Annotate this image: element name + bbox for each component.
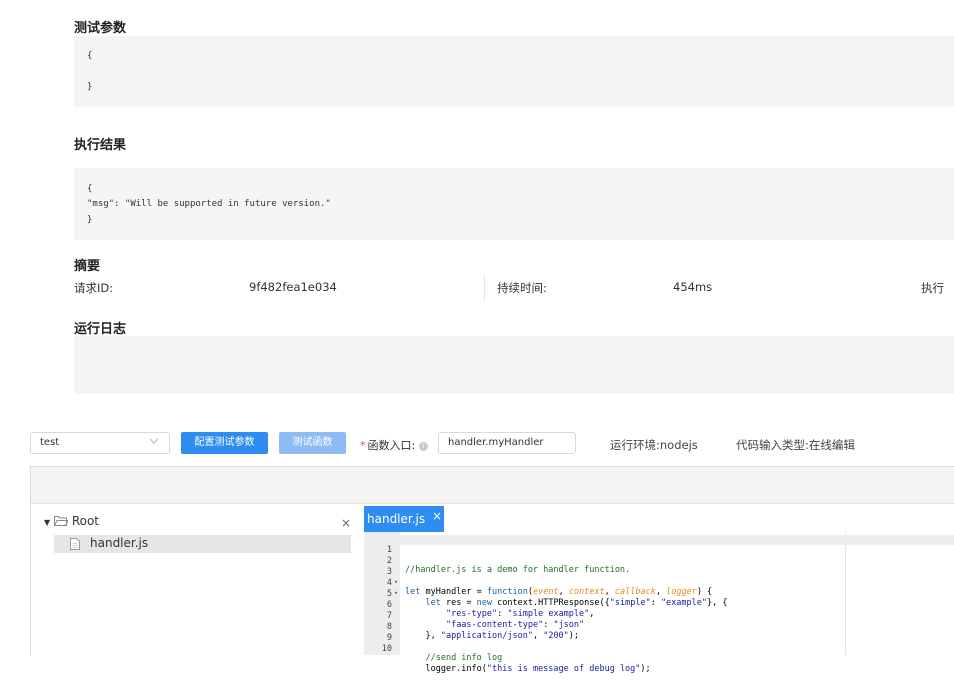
editor-tab-label: handler.js xyxy=(367,512,426,526)
code-line: 7 }, "application/json", "200"); xyxy=(364,601,954,641)
code-line: 1 //handler.js is a demo for handler fun… xyxy=(364,535,954,575)
info-icon[interactable]: i xyxy=(418,441,428,451)
tree-file-handler[interactable]: handler.js xyxy=(54,535,351,553)
editor-tab-handler[interactable]: handler.js × xyxy=(364,506,444,532)
test-function-button[interactable]: 测试函数 xyxy=(279,432,346,454)
exec-result-line: } xyxy=(87,215,93,225)
code-line: 4 ▾ let res = new context.HTTPResponse({… xyxy=(364,568,954,608)
test-params-line: } xyxy=(87,82,93,92)
code-editor[interactable]: 1 //handler.js is a demo for handler fun… xyxy=(364,532,954,674)
file-icon xyxy=(70,538,80,550)
test-case-select[interactable]: test xyxy=(30,432,170,454)
chevron-down-icon xyxy=(149,438,159,444)
duration-value: 454ms xyxy=(673,280,713,294)
tree-root[interactable]: ▼ Root xyxy=(44,514,99,528)
test-params-title: 测试参数 xyxy=(74,21,127,36)
test-params-line: { xyxy=(87,51,93,61)
runtime-text: 运行环境:nodejs xyxy=(610,438,698,452)
run-log-title: 运行日志 xyxy=(74,322,127,337)
entry-label-text: 函数入口: xyxy=(367,439,416,452)
request-id-label: 请求ID: xyxy=(74,281,114,295)
duration-label: 持续时间: xyxy=(497,281,547,295)
code-line: 2 xyxy=(364,546,954,566)
request-id-value: 9f482fea1e034 xyxy=(249,280,337,294)
exec-result-line: { xyxy=(87,184,93,194)
code-line: 9 //send info log xyxy=(364,623,954,663)
exec-result-line: "msg": "Will be supported in future vers… xyxy=(87,199,331,209)
caret-down-icon[interactable]: ▼ xyxy=(44,518,50,527)
folder-open-icon xyxy=(53,516,69,526)
code-line: 10 logger.info("this is message of debug… xyxy=(364,634,954,674)
code-line: 8 xyxy=(364,612,954,632)
tree-file-name: handler.js xyxy=(90,536,149,550)
editor-topbar xyxy=(31,467,954,504)
entry-input[interactable]: handler.myHandler xyxy=(438,432,576,454)
exec-result-panel: { "msg": "Will be supported in future ve… xyxy=(74,168,954,240)
code-line: 3 ▾ let myHandler = function(event, cont… xyxy=(364,557,954,597)
tab-close-icon[interactable]: × xyxy=(432,509,442,523)
exec-label-truncated: 执行 xyxy=(921,281,944,295)
run-log-panel xyxy=(74,336,954,394)
summary-divider xyxy=(484,274,485,302)
code-line: 6 "faas-content-type": "json" xyxy=(364,590,954,630)
exec-result-title: 执行结果 xyxy=(74,138,127,153)
summary-title: 摘要 xyxy=(74,259,101,274)
test-case-select-value: test xyxy=(40,437,60,448)
required-mark: * xyxy=(360,439,366,452)
config-test-params-button[interactable]: 配置测试参数 xyxy=(181,432,268,454)
code-input-type-text: 代码输入类型:在线编辑 xyxy=(736,438,855,452)
code-line: 5 "res-type": "simple example", xyxy=(364,579,954,619)
close-icon[interactable]: × xyxy=(341,516,351,530)
tree-root-label: Root xyxy=(71,514,99,528)
line-number: 10 xyxy=(381,644,392,654)
test-params-panel: { } xyxy=(74,36,954,107)
entry-label: * 函数入口: i xyxy=(360,437,428,453)
